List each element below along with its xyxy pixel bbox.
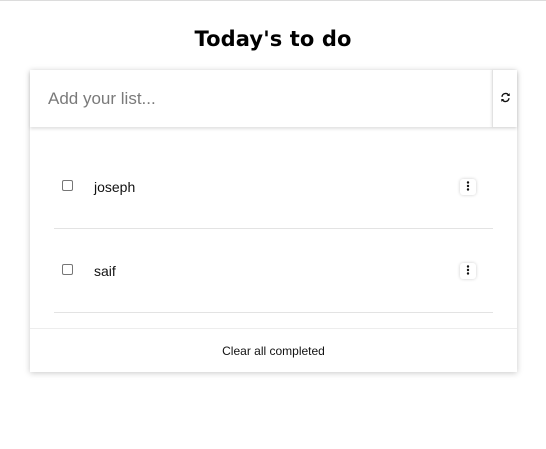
todo-item: saif (54, 229, 493, 313)
todo-card: joseph saif (30, 70, 517, 372)
todo-label: joseph (94, 179, 136, 195)
refresh-button[interactable] (492, 70, 517, 127)
clear-completed-button[interactable]: Clear all completed (222, 344, 325, 358)
todo-menu-button[interactable] (460, 263, 476, 279)
todo-input[interactable] (30, 70, 492, 127)
more-vertical-icon (466, 178, 470, 196)
input-row (30, 70, 517, 127)
refresh-icon (500, 90, 511, 108)
more-vertical-icon (466, 262, 470, 280)
todo-app: Today's to do joseph (0, 0, 546, 449)
todo-checkbox[interactable] (62, 180, 73, 191)
card-footer: Clear all completed (30, 328, 517, 372)
todo-item: joseph (54, 145, 493, 229)
todo-list: joseph saif (54, 145, 493, 313)
page-title: Today's to do (194, 27, 352, 51)
todo-checkbox[interactable] (62, 264, 73, 275)
todo-label: saif (94, 263, 116, 279)
todo-menu-button[interactable] (460, 179, 476, 195)
